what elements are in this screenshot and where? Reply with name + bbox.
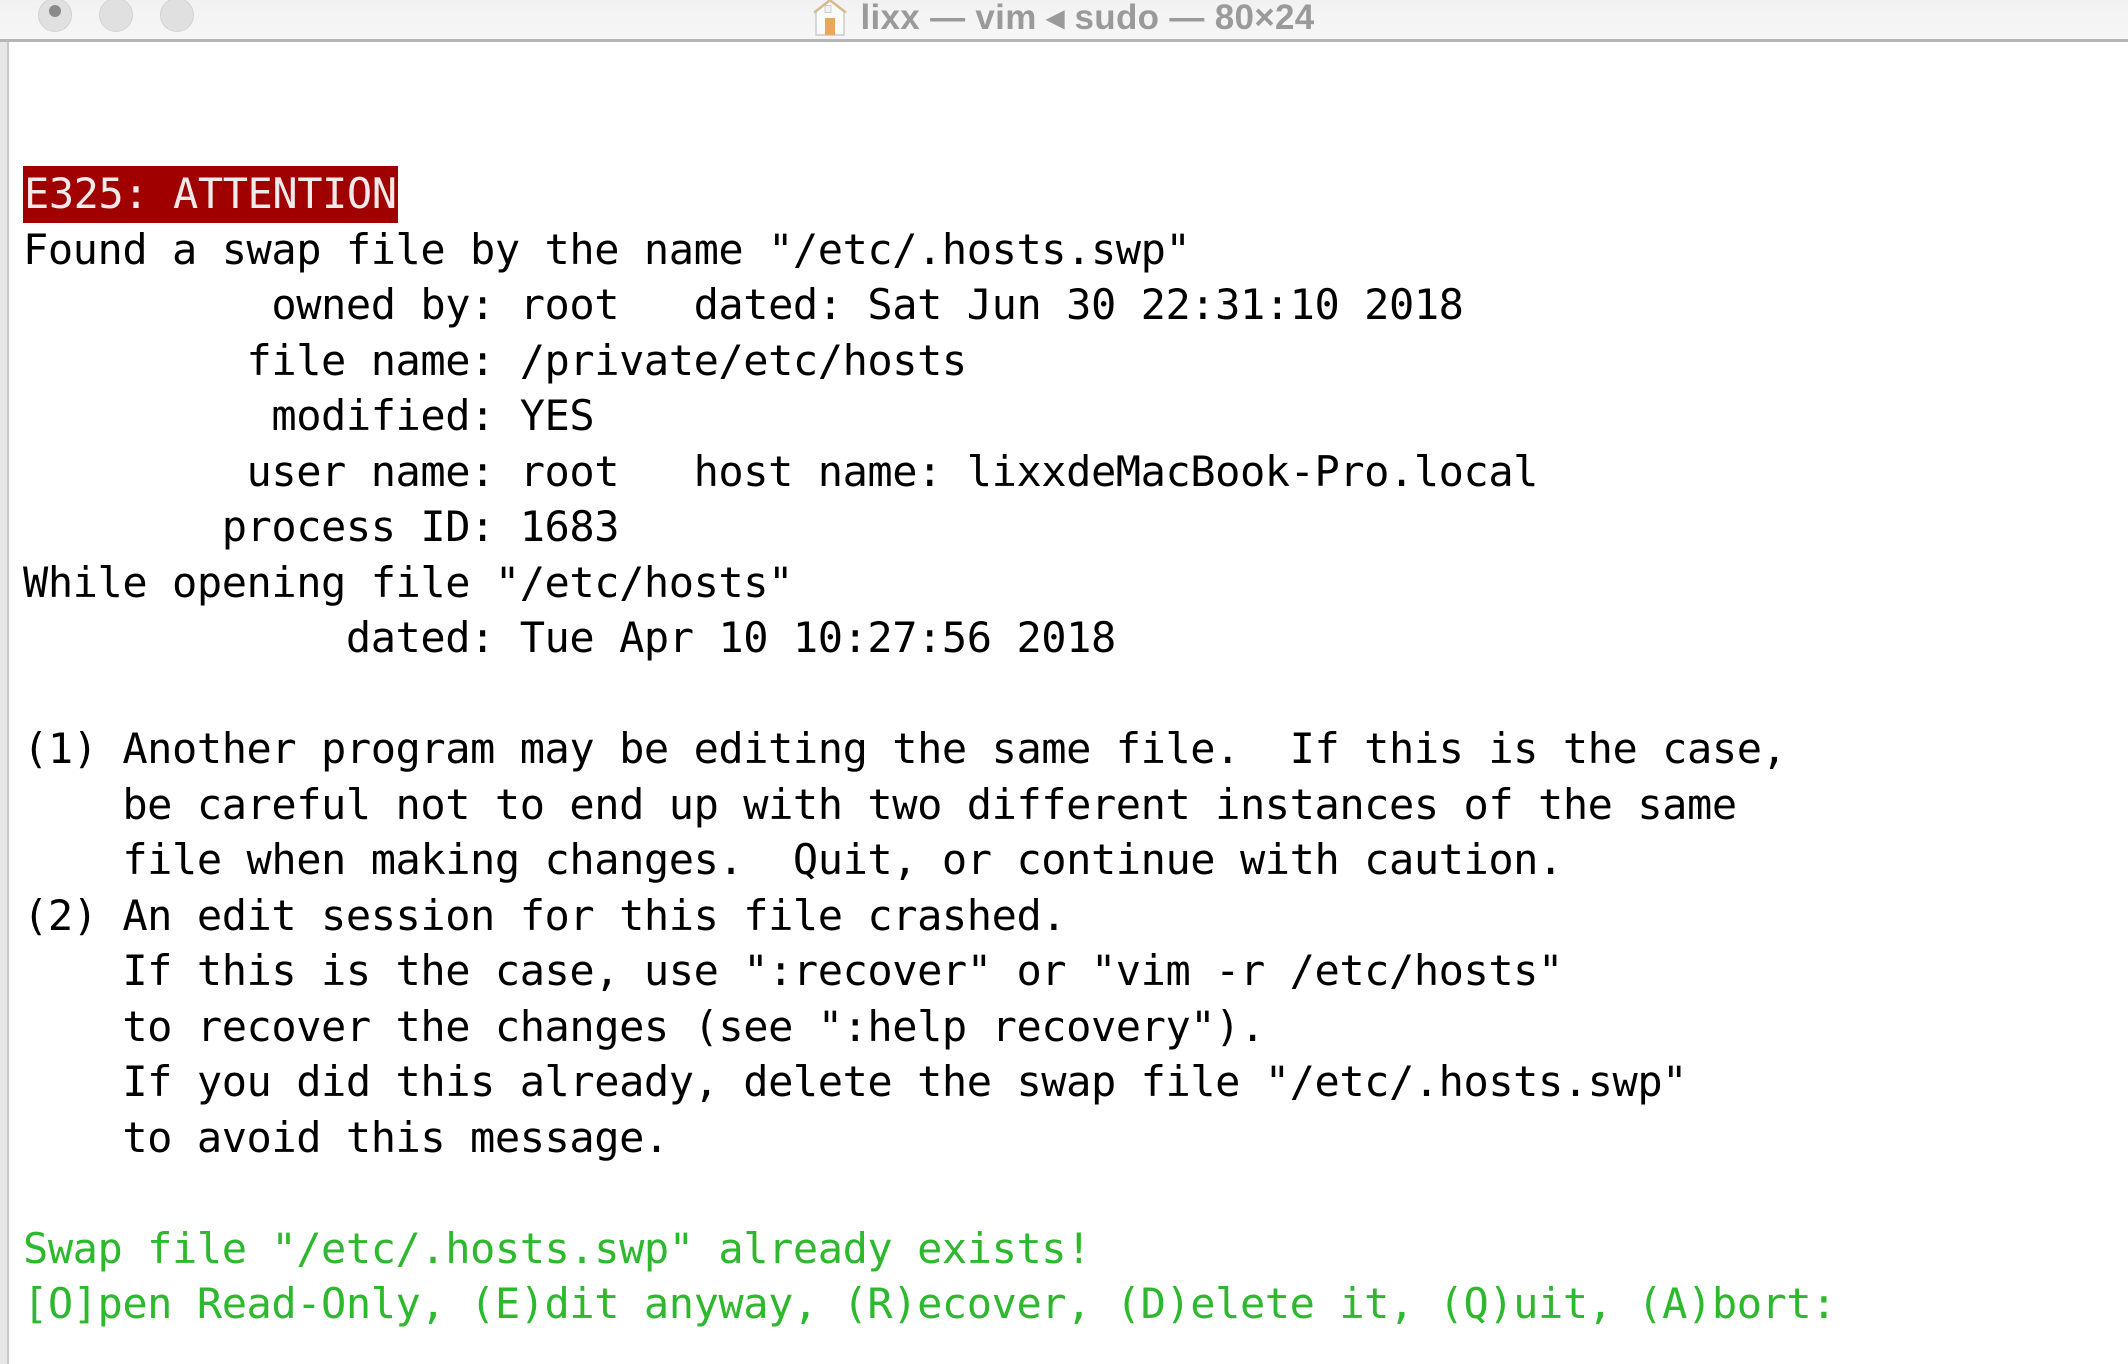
terminal-line-item2-c: to recover the changes (see ":help recov… <box>23 1001 1265 1051</box>
terminal-line-item1-c: file when making changes. Quit, or conti… <box>23 835 1563 884</box>
terminal-line-found-swap: Found a swap file by the name "/etc/.hos… <box>23 224 1191 274</box>
terminal-line-while-opening: While opening file "/etc/hosts" <box>23 557 793 607</box>
terminal-line-process-id: process ID: 1683 <box>23 502 620 551</box>
home-folder-icon <box>813 0 848 36</box>
terminal-line-file-name: file name: /private/etc/hosts <box>23 335 968 385</box>
terminal-line-item1-b: be careful not to end up with two differ… <box>23 779 1737 829</box>
vim-error-badge: E325: ATTENTION <box>23 166 398 223</box>
window-titlebar[interactable]: lixx — vim ◂ sudo — 80×24 <box>0 0 2128 42</box>
terminal-line-error-header: E325: ATTENTION <box>11 166 2128 223</box>
window-title-text: lixx — vim ◂ sudo — 80×24 <box>860 0 1315 37</box>
terminal-line-item2-d: If you did this already, delete the swap… <box>23 1057 1688 1106</box>
terminal-window: lixx — vim ◂ sudo — 80×24 E325: ATTENTIO… <box>0 0 2128 1364</box>
terminal-line-item1-a: (1) Another program may be editing the s… <box>23 724 1787 773</box>
terminal-line-recovery-prompt[interactable]: [O]pen Read-Only, (E)dit anyway, (R)ecov… <box>11 1276 2128 1332</box>
terminal-line-item2-a: (2) An edit session for this file crashe… <box>23 890 1067 940</box>
terminal-content-area[interactable]: E325: ATTENTION Found a swap file by the… <box>11 42 2128 1364</box>
terminal-line-blank-1 <box>11 666 2128 722</box>
terminal-line-item2-b: If this is the case, use ":recover" or "… <box>23 946 1563 995</box>
terminal-line-user-host: user name: root host name: lixxdeMacBook… <box>23 446 1539 496</box>
window-left-edge <box>0 42 9 1364</box>
terminal-line-opened-dated: dated: Tue Apr 10 10:27:56 2018 <box>23 613 1116 662</box>
terminal-line-modified: modified: YES <box>23 391 595 440</box>
window-title-group: lixx — vim ◂ sudo — 80×24 <box>0 0 2128 38</box>
terminal-line-swap-exists: Swap file "/etc/.hosts.swp" already exis… <box>23 1223 1091 1273</box>
terminal-line-item2-e: to avoid this message. <box>23 1112 669 1162</box>
terminal-line-blank-2 <box>11 1165 2128 1221</box>
terminal-line-owned-dated: owned by: root dated: Sat Jun 30 22:31:1… <box>23 280 1464 329</box>
